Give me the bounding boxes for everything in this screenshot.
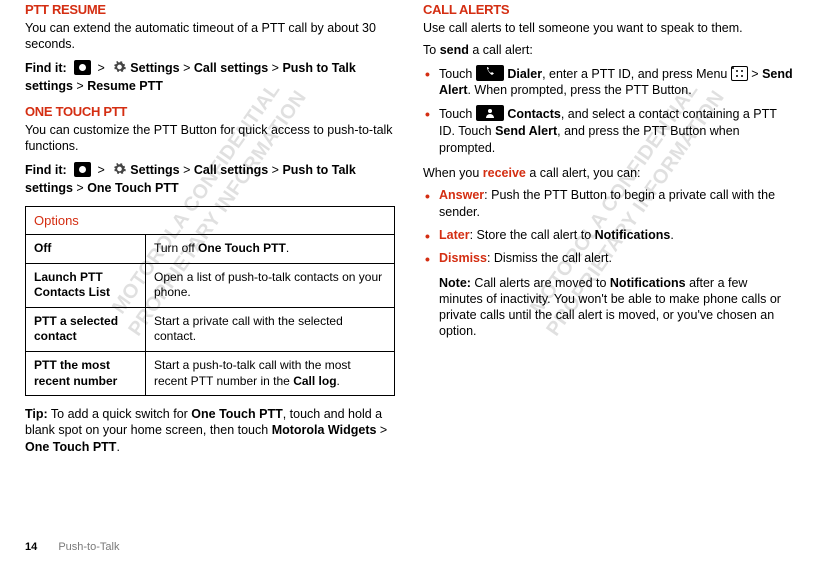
gear-icon [112,60,127,74]
contacts-icon [476,105,504,121]
opt-key: PTT the most recent number [26,351,146,395]
gear-icon [112,162,127,176]
findit-label: Find it: [25,61,67,75]
one-touch-findit: Find it: > Settings > Call settings > Pu… [25,161,395,199]
call-alerts-intro: Use call alerts to tell someone you want… [423,20,793,36]
note-label: Note: [439,276,471,290]
page-footer: 14 Push-to-Talk [25,541,119,553]
app-drawer-icon [74,162,91,177]
dialer-icon [476,65,504,81]
receive-bullets: Answer: Push the PTT Button to begin a p… [423,187,793,267]
opt-key: Off [26,235,146,264]
opt-val: Open a list of push-to-talk contacts on … [146,263,395,307]
path-resume-ptt: Resume PTT [87,79,163,93]
findit-label: Find it: [25,163,67,177]
list-item: Touch Contacts, and select a contact con… [423,105,793,157]
path-settings: Settings [130,61,179,75]
list-item: Dismiss: Dismiss the call alert. [423,250,793,267]
opt-key: Launch PTT Contacts List [26,263,146,307]
footer-section: Push-to-Talk [58,541,119,553]
list-item: Answer: Push the PTT Button to begin a p… [423,187,793,221]
path-call-settings: Call settings [194,163,268,177]
page-number: 14 [25,541,37,553]
menu-icon [731,66,748,81]
path-one-touch: One Touch PTT [87,181,178,195]
list-item: Later: Store the call alert to Notificat… [423,227,793,244]
path-call-settings: Call settings [194,61,268,75]
ptt-resume-findit: Find it: > Settings > Call settings > Pu… [25,59,395,97]
table-row: PTT the most recent number Start a push-… [26,351,395,395]
opt-key: PTT a selected contact [26,307,146,351]
opt-val: Turn off One Touch PTT. [146,235,395,264]
options-table: Options Off Turn off One Touch PTT. Laun… [25,206,395,396]
note-paragraph: Note: Call alerts are moved to Notificat… [423,275,793,340]
one-touch-body: You can customize the PTT Button for qui… [25,122,395,155]
send-alert-line: To send a call alert: [423,42,793,58]
opt-val: Start a private call with the selected c… [146,307,395,351]
one-touch-ptt-heading: ONE TOUCH PTT [25,104,395,119]
path-settings: Settings [130,163,179,177]
right-column: CALL ALERTS Use call alerts to tell some… [423,2,793,461]
tip-label: Tip: [25,407,48,421]
send-bullets: Touch Dialer, enter a PTT ID, and press … [423,65,793,157]
receive-line: When you receive a call alert, you can: [423,165,793,181]
options-header: Options [26,207,395,235]
one-touch-tip: Tip: To add a quick switch for One Touch… [25,406,395,455]
opt-val: Start a push-to-talk call with the most … [146,351,395,395]
table-row: PTT a selected contact Start a private c… [26,307,395,351]
ptt-resume-body: You can extend the automatic timeout of … [25,20,395,53]
table-row: Launch PTT Contacts List Open a list of … [26,263,395,307]
app-drawer-icon [74,60,91,75]
call-alerts-heading: CALL ALERTS [423,2,793,17]
ptt-resume-heading: PTT RESUME [25,2,395,17]
table-row: Off Turn off One Touch PTT. [26,235,395,264]
list-item: Touch Dialer, enter a PTT ID, and press … [423,65,793,100]
left-column: PTT RESUME You can extend the automatic … [25,2,395,461]
